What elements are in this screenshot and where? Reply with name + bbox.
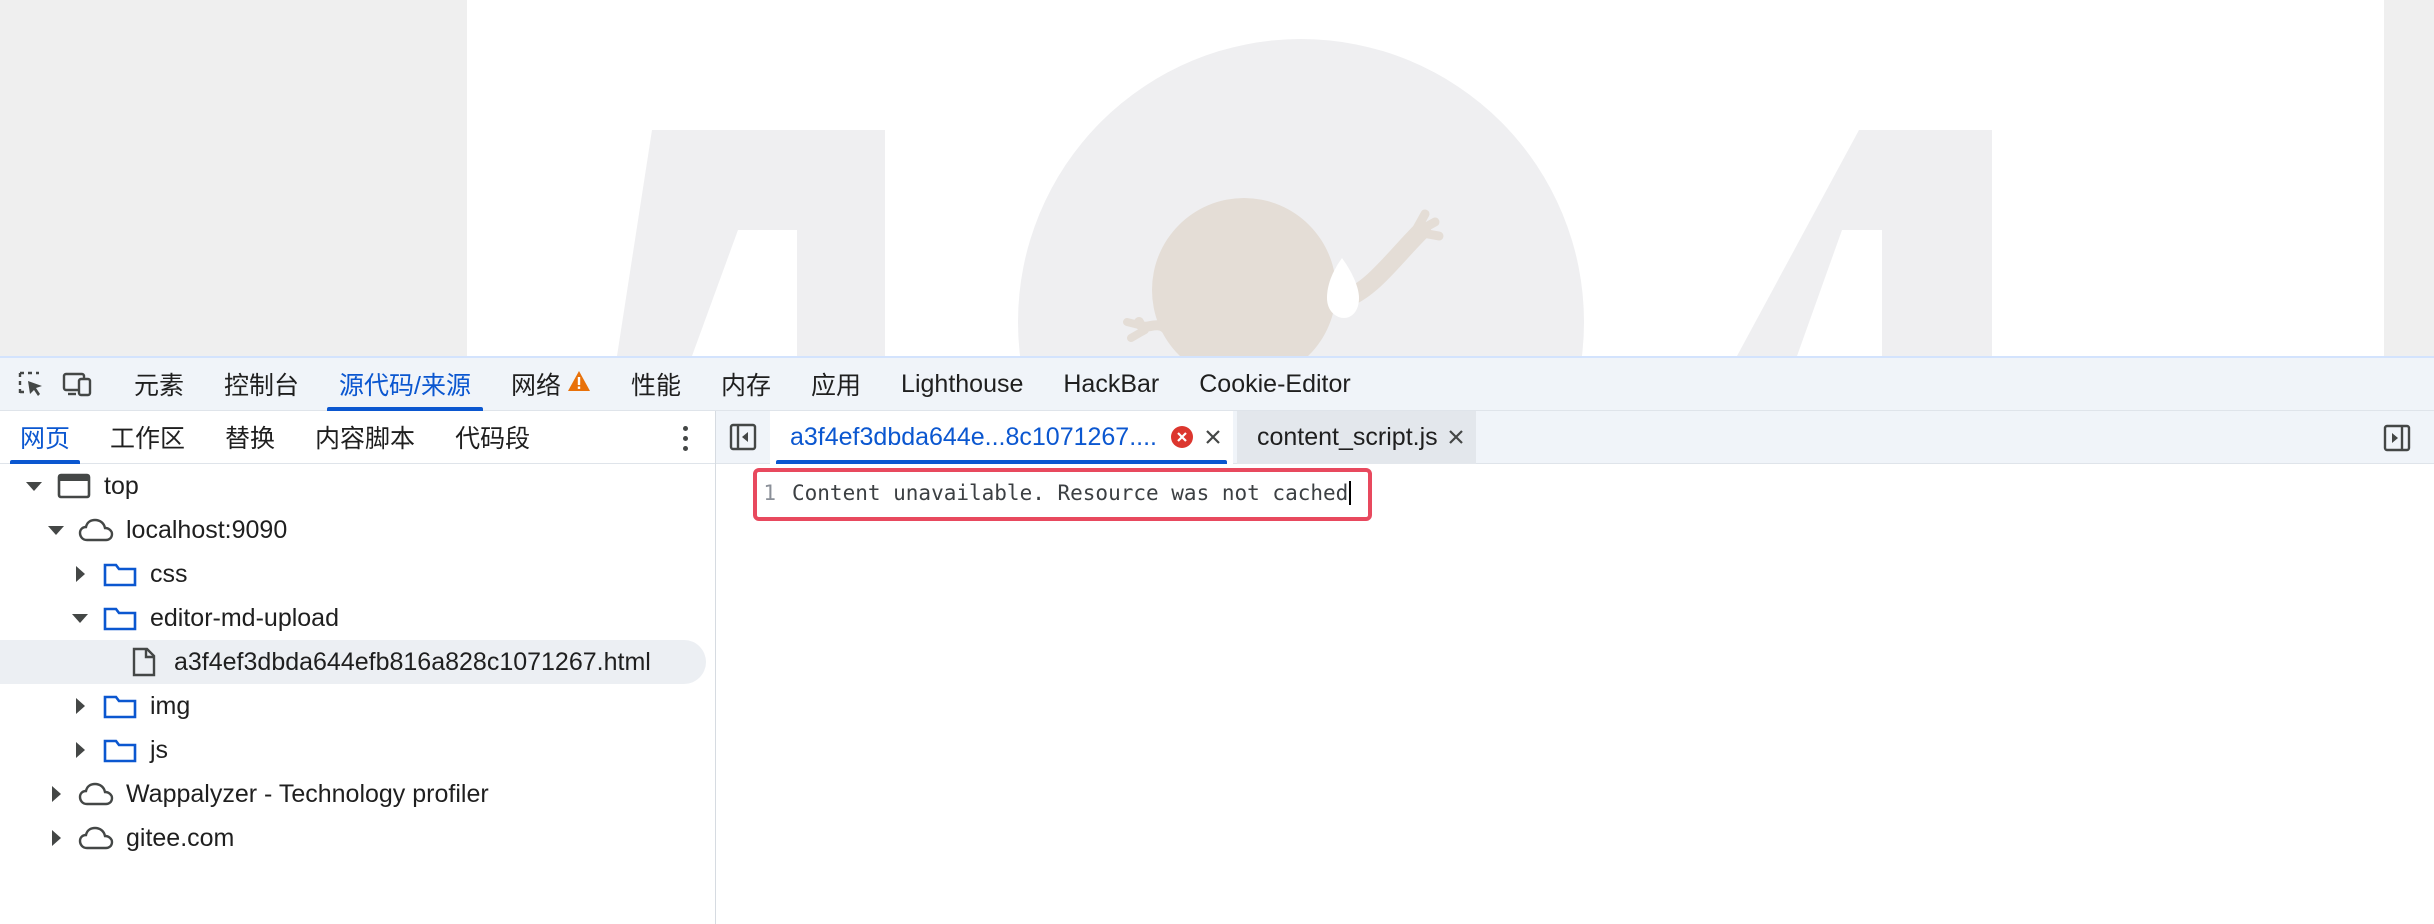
tab-label: Lighthouse <box>901 369 1024 398</box>
tab-overrides[interactable]: 替换 <box>205 411 295 464</box>
tab-elements[interactable]: 元素 <box>114 358 204 411</box>
tab-label: 控制台 <box>224 372 300 400</box>
folder-icon <box>102 735 138 765</box>
expand-arrow-icon[interactable] <box>72 742 88 758</box>
expand-arrow-icon[interactable] <box>26 478 42 494</box>
tab-label: a3f4ef3dbda644e...8c1071267.... <box>790 422 1157 451</box>
line-number: 1 <box>763 481 776 505</box>
tab-label: 网络 <box>510 372 561 400</box>
devtools-main-toolbar: 元素 控制台 源代码/来源 网络 性能 内存 应用 Lighthouse Hac… <box>0 356 2434 411</box>
tab-performance[interactable]: 性能 <box>611 358 701 411</box>
toggle-debugger-icon[interactable] <box>2382 424 2412 452</box>
toggle-navigator-icon[interactable] <box>716 411 770 464</box>
expand-arrow-icon[interactable] <box>48 830 64 846</box>
inspect-element-icon[interactable] <box>8 358 54 410</box>
tab-label: 应用 <box>811 372 862 400</box>
expand-arrow-icon[interactable] <box>72 566 88 582</box>
tree-item-localhost[interactable]: localhost:9090 <box>0 508 715 552</box>
warning-icon <box>567 370 591 399</box>
frame-icon <box>56 471 92 501</box>
line-text: Content unavailable. Resource was not ca… <box>792 481 1349 505</box>
tree-item-label: top <box>104 471 139 500</box>
tree-item-label: gitee.com <box>126 823 235 852</box>
folder-icon <box>102 603 138 633</box>
more-options-icon[interactable] <box>679 423 691 453</box>
devtools-panel: 元素 控制台 源代码/来源 网络 性能 内存 应用 Lighthouse Hac… <box>0 356 2434 924</box>
folder-icon <box>102 559 138 589</box>
editor-tab-content-script[interactable]: content_script.js <box>1237 410 1476 464</box>
tree-item-img[interactable]: img <box>0 684 715 728</box>
tab-network[interactable]: 网络 <box>491 358 611 411</box>
tab-hackbar[interactable]: HackBar <box>1043 358 1179 411</box>
tree-item-gitee[interactable]: gitee.com <box>0 816 715 860</box>
tab-label: 网页 <box>20 425 71 453</box>
tab-console[interactable]: 控制台 <box>204 358 319 411</box>
tab-label: content_script.js <box>1257 422 1438 451</box>
cloud-icon <box>78 823 114 853</box>
tab-label: 工作区 <box>110 425 186 453</box>
tree-item-top[interactable]: top <box>0 464 715 508</box>
file-icon <box>126 647 162 677</box>
tree-item-label: img <box>150 691 191 720</box>
tab-sources[interactable]: 源代码/来源 <box>319 358 491 411</box>
tab-label: HackBar <box>1063 369 1160 398</box>
tree-item-label: js <box>150 735 169 764</box>
not-found-illustration <box>617 39 1992 356</box>
tab-label: 内容脚本 <box>315 425 416 453</box>
tab-lighthouse[interactable]: Lighthouse <box>881 358 1043 411</box>
expand-arrow-icon[interactable] <box>48 786 64 802</box>
tab-label: 内存 <box>721 372 772 400</box>
page-viewport <box>0 0 2434 356</box>
tab-memory[interactable]: 内存 <box>701 358 791 411</box>
expand-arrow-icon[interactable] <box>48 522 64 538</box>
error-icon <box>1171 426 1193 448</box>
tab-cookie-editor[interactable]: Cookie-Editor <box>1179 358 1370 411</box>
cloud-icon <box>78 515 114 545</box>
tree-item-label: a3f4ef3dbda644efb816a828c1071267.html <box>174 647 651 676</box>
tree-item-js[interactable]: js <box>0 728 715 772</box>
tab-workspace[interactable]: 工作区 <box>90 411 205 464</box>
editor-tab-bar: a3f4ef3dbda644e...8c1071267.... content_… <box>716 410 2434 464</box>
tab-label: Cookie-Editor <box>1199 369 1351 398</box>
tree-item-wappalyzer[interactable]: Wappalyzer - Technology profiler <box>0 772 715 816</box>
tree-item-label: Wappalyzer - Technology profiler <box>126 779 489 808</box>
tab-snippets[interactable]: 代码段 <box>435 411 550 464</box>
folder-icon <box>102 691 138 721</box>
tab-application[interactable]: 应用 <box>791 358 881 411</box>
tab-page[interactable]: 网页 <box>0 411 90 464</box>
tab-label: 替换 <box>225 425 276 453</box>
not-found-page <box>467 0 2384 356</box>
navigator-tabs: 网页 工作区 替换 内容脚本 代码段 <box>0 411 715 464</box>
tree-item-editor-md-upload[interactable]: editor-md-upload <box>0 596 715 640</box>
tab-label: 代码段 <box>455 425 531 453</box>
tree-item-html-file[interactable]: a3f4ef3dbda644efb816a828c1071267.html <box>0 640 706 684</box>
code-line: 1 Content unavailable. Resource was not … <box>756 476 1352 510</box>
device-toolbar-icon[interactable] <box>54 358 100 410</box>
expand-arrow-icon[interactable] <box>72 698 88 714</box>
expand-arrow-icon[interactable] <box>72 610 88 626</box>
file-tree: top localhost:9090 css editor-md-upload … <box>0 464 715 860</box>
cloud-icon <box>78 779 114 809</box>
tree-item-label: css <box>150 559 188 588</box>
tab-label: 源代码/来源 <box>339 372 471 400</box>
tree-item-label: editor-md-upload <box>150 603 339 632</box>
tab-label: 元素 <box>134 372 185 400</box>
tree-item-label: localhost:9090 <box>126 515 288 544</box>
sources-navigator: 网页 工作区 替换 内容脚本 代码段 top localhost:9090 cs… <box>0 411 716 924</box>
tree-item-css[interactable]: css <box>0 552 715 596</box>
close-icon[interactable] <box>1199 423 1227 451</box>
tab-content-scripts[interactable]: 内容脚本 <box>295 411 435 464</box>
close-icon[interactable] <box>1442 423 1470 451</box>
editor-tab-html-file[interactable]: a3f4ef3dbda644e...8c1071267.... <box>770 410 1233 464</box>
source-editor: a3f4ef3dbda644e...8c1071267.... content_… <box>716 410 2434 924</box>
text-caret <box>1349 481 1352 505</box>
tab-label: 性能 <box>631 372 682 400</box>
